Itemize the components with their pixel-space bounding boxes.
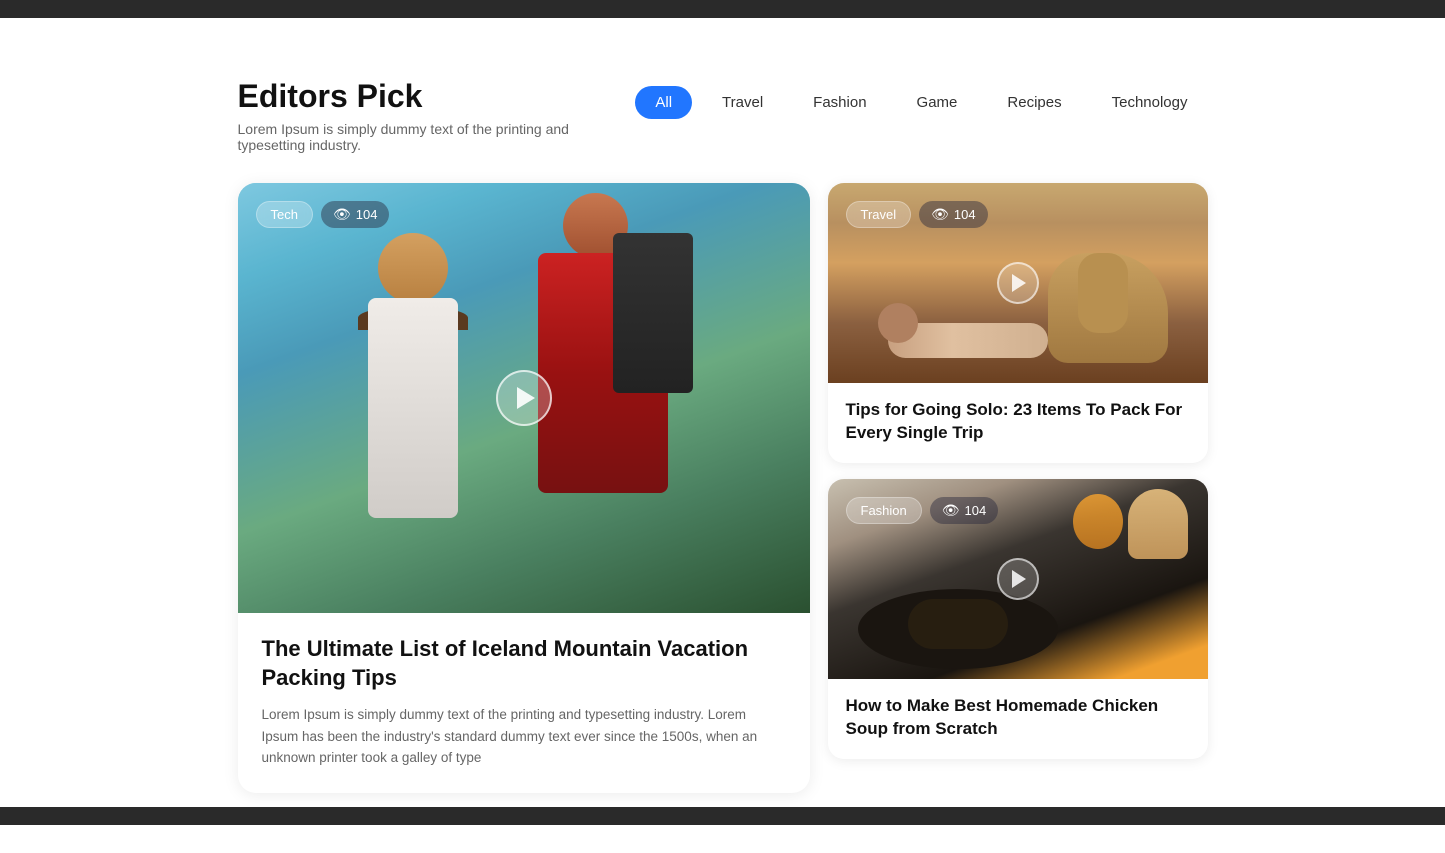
bottom-bar xyxy=(0,807,1445,825)
small-card-travel-category: Travel xyxy=(846,201,912,228)
main-card-play-button[interactable] xyxy=(496,370,552,426)
main-card-image: Tech 👁 104 xyxy=(238,183,810,613)
small-card-travel[interactable]: Travel 👁 104 Tips for Going Solo: 23 Ite… xyxy=(828,183,1208,463)
page-title: Editors Pick xyxy=(238,78,636,115)
small-card-travel-title: Tips for Going Solo: 23 Items To Pack Fo… xyxy=(846,399,1190,445)
small-card-travel-image: Travel 👁 104 xyxy=(828,183,1208,383)
small-card-travel-play-button[interactable] xyxy=(997,262,1039,304)
main-card-body: The Ultimate List of Iceland Mountain Va… xyxy=(238,613,810,793)
small-card-food-image: Fashion 👁 104 xyxy=(828,479,1208,679)
main-card-description: Lorem Ipsum is simply dummy text of the … xyxy=(262,704,786,769)
tab-travel[interactable]: Travel xyxy=(702,86,783,119)
small-card-food-views-count: 104 xyxy=(965,503,987,518)
container: Editors Pick Lorem Ipsum is simply dummy… xyxy=(218,78,1228,793)
main-card-category-badge: Tech xyxy=(256,201,313,228)
small-card-food-category: Fashion xyxy=(846,497,922,524)
eye-icon-2: 👁 xyxy=(931,206,949,223)
tab-game[interactable]: Game xyxy=(897,86,978,119)
main-card-views-badge: 👁 104 xyxy=(321,201,389,228)
small-card-food-body: How to Make Best Homemade Chicken Soup f… xyxy=(828,679,1208,759)
small-card-travel-views-count: 104 xyxy=(954,207,976,222)
small-card-travel-badge-row: Travel 👁 104 xyxy=(846,201,988,228)
small-card-food-badge-row: Fashion 👁 104 xyxy=(846,497,999,524)
tab-fashion[interactable]: Fashion xyxy=(793,86,886,119)
small-card-food-views: 👁 104 xyxy=(930,497,998,524)
tab-recipes[interactable]: Recipes xyxy=(987,86,1081,119)
main-card-badge-row: Tech 👁 104 xyxy=(256,201,390,228)
small-card-food-play-button[interactable] xyxy=(997,558,1039,600)
header-row: Editors Pick Lorem Ipsum is simply dummy… xyxy=(238,78,1208,153)
eye-icon: 👁 xyxy=(333,206,351,223)
small-card-food-title: How to Make Best Homemade Chicken Soup f… xyxy=(846,695,1190,741)
tab-technology[interactable]: Technology xyxy=(1092,86,1208,119)
page-wrapper: Editors Pick Lorem Ipsum is simply dummy… xyxy=(0,18,1445,853)
right-column: Travel 👁 104 Tips for Going Solo: 23 Ite… xyxy=(828,183,1208,759)
tab-all[interactable]: All xyxy=(635,86,692,119)
top-bar xyxy=(0,0,1445,18)
main-card-views-count: 104 xyxy=(356,207,378,222)
main-card-title: The Ultimate List of Iceland Mountain Va… xyxy=(262,635,786,692)
small-card-food[interactable]: Fashion 👁 104 How to Make Best Homemade … xyxy=(828,479,1208,759)
small-card-travel-views: 👁 104 xyxy=(919,201,987,228)
filter-tabs: All Travel Fashion Game Recipes Technolo… xyxy=(635,86,1207,119)
main-card[interactable]: Tech 👁 104 The Ultimate List of Iceland … xyxy=(238,183,810,793)
small-card-travel-body: Tips for Going Solo: 23 Items To Pack Fo… xyxy=(828,383,1208,463)
cards-grid: Tech 👁 104 The Ultimate List of Iceland … xyxy=(238,183,1208,793)
eye-icon-3: 👁 xyxy=(942,502,960,519)
page-subtitle: Lorem Ipsum is simply dummy text of the … xyxy=(238,121,636,153)
header-left: Editors Pick Lorem Ipsum is simply dummy… xyxy=(238,78,636,153)
